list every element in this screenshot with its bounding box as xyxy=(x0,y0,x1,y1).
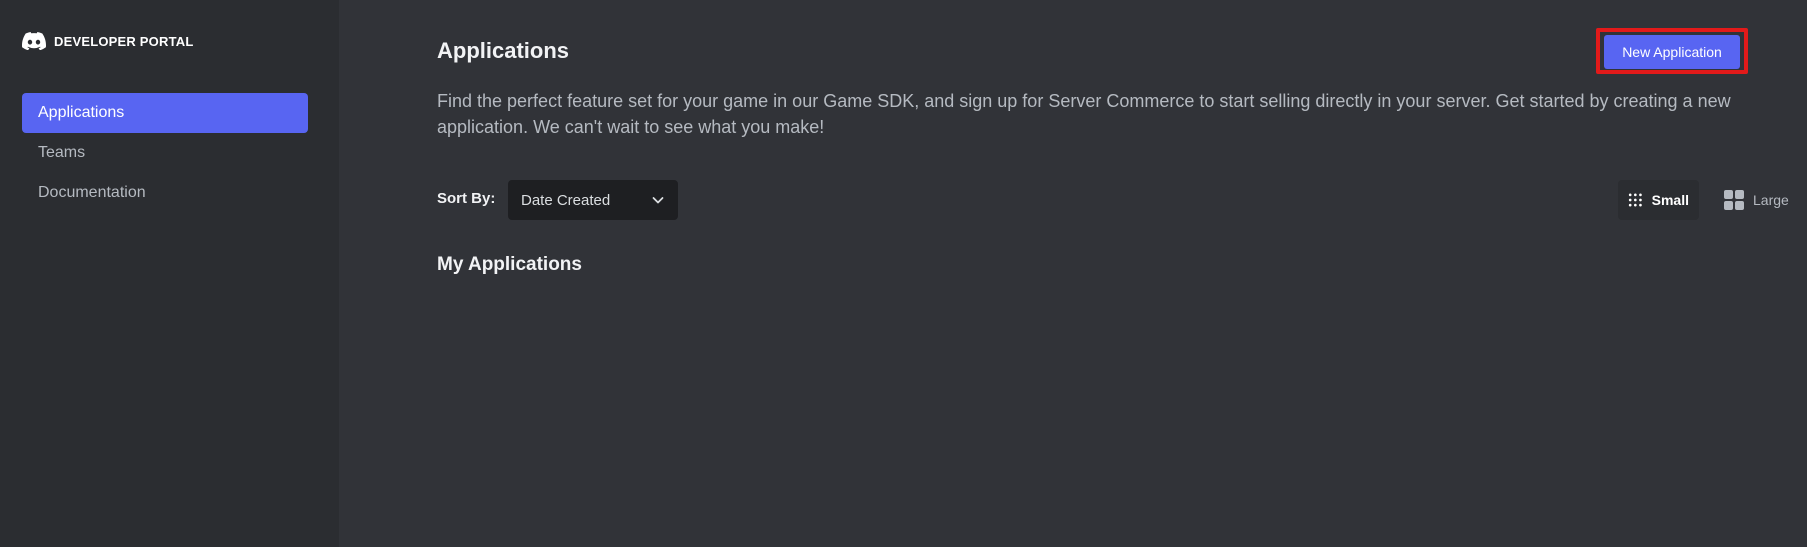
app-root: DEVELOPER PORTAL Applications Teams Docu… xyxy=(0,0,1807,547)
sort-selected-value: Date Created xyxy=(521,191,611,209)
discord-logo-icon xyxy=(22,32,46,50)
brand[interactable]: DEVELOPER PORTAL xyxy=(22,29,339,53)
sidebar-item-applications[interactable]: Applications xyxy=(22,93,308,133)
main-content: Applications New Application Find the pe… xyxy=(339,0,1807,547)
small-grid-icon xyxy=(1628,193,1642,207)
large-grid-icon xyxy=(1724,190,1744,210)
chevron-down-icon xyxy=(652,197,664,204)
page-description: Find the perfect feature set for your ga… xyxy=(437,91,1731,137)
sidebar-item-teams[interactable]: Teams xyxy=(22,133,308,173)
brand-title: DEVELOPER PORTAL xyxy=(54,33,194,49)
sidebar-nav: Applications Teams Documentation xyxy=(22,93,339,213)
sidebar-item-documentation[interactable]: Documentation xyxy=(22,173,308,213)
new-application-button[interactable]: New Application xyxy=(1604,35,1740,69)
view-large-toggle[interactable]: Large xyxy=(1714,180,1804,220)
view-small-toggle[interactable]: Small xyxy=(1618,180,1699,220)
sort-label: Sort By: xyxy=(437,190,496,207)
view-large-label: Large xyxy=(1753,192,1789,208)
sidebar-item-label: Applications xyxy=(38,104,125,121)
sidebar: DEVELOPER PORTAL Applications Teams Docu… xyxy=(0,0,339,547)
view-small-label: Small xyxy=(1651,192,1689,208)
page-title: Applications xyxy=(437,38,570,63)
sidebar-item-label: Documentation xyxy=(38,184,146,201)
sidebar-item-label: Teams xyxy=(38,144,86,161)
my-applications-heading: My Applications xyxy=(437,254,582,275)
sort-dropdown[interactable]: Date Created xyxy=(508,180,678,220)
